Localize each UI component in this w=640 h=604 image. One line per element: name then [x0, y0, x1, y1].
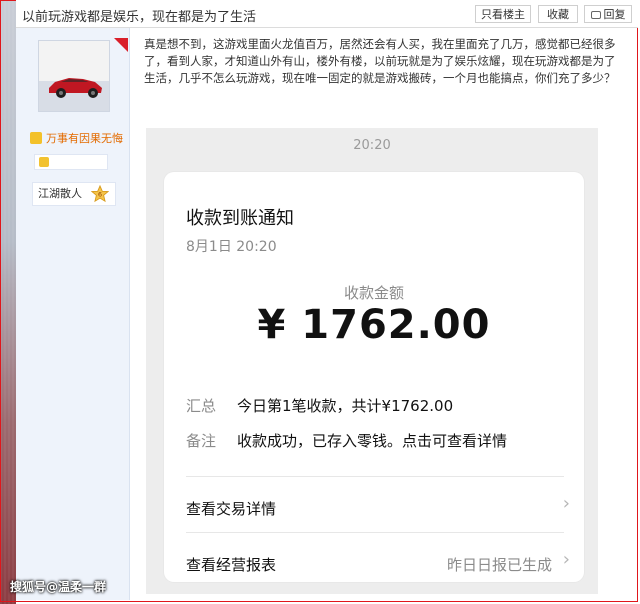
user-title-tag: 万事有因果无悔	[30, 130, 123, 146]
summary-value: 今日第1笔收款，共计¥1762.00	[237, 397, 454, 415]
user-title-text: 万事有因果无悔	[46, 132, 123, 145]
amount-label: 收款金额	[343, 284, 404, 302]
payment-screenshot: 20:20 收款到账通知 8月1日 20:20 收款金额 ¥ 1762.00 汇…	[146, 128, 598, 594]
only-op-button[interactable]: 只看楼主	[475, 5, 531, 23]
user-badge-box	[34, 154, 108, 170]
level-number: 6	[98, 192, 102, 199]
user-sidebar: 万事有因果无悔 江湖散人 6	[16, 28, 130, 600]
chevron-right-icon: ›	[562, 493, 570, 514]
watermark: 搜狐号@温柔一群	[10, 580, 107, 594]
favorite-button[interactable]: 收藏	[538, 5, 578, 23]
card-title: 收款到账通知	[186, 208, 294, 229]
badge-icon	[39, 157, 49, 167]
user-rank: 江湖散人 6	[32, 182, 116, 206]
link-business-report[interactable]: 查看经营报表	[186, 554, 276, 575]
summary-label: 汇总	[186, 397, 217, 415]
medal-icon	[30, 132, 42, 144]
avatar-car-image	[39, 41, 109, 111]
link-transaction-details[interactable]: 查看交易详情	[186, 498, 276, 519]
card-date: 8月1日 20:20	[186, 239, 277, 255]
user-avatar[interactable]	[38, 40, 110, 112]
chevron-right-icon: ›	[562, 549, 570, 570]
level-star-icon: 6	[91, 185, 109, 203]
report-generated-note: 昨日日报已生成	[446, 556, 552, 574]
divider-1	[186, 476, 564, 477]
reply-label: 回复	[603, 8, 626, 21]
note-label: 备注	[186, 432, 217, 450]
thread-title: 以前玩游戏都是娱乐，现在都是为了生活	[22, 10, 257, 25]
reply-icon	[590, 11, 601, 19]
post-content: 真是想不到，这游戏里面火龙值百万，居然还会有人买，我在里面充了几万，感觉都已经很…	[144, 37, 616, 85]
payment-notification-card[interactable]: 收款到账通知 8月1日 20:20 收款金额 ¥ 1762.00 汇总 今日第1…	[164, 172, 584, 582]
divider-2	[186, 532, 564, 533]
rank-text: 江湖散人	[38, 187, 82, 200]
thread-topbar: 以前玩游戏都是娱乐，现在都是为了生活 只看楼主 收藏 回复	[16, 0, 638, 28]
screenshot-time: 20:20	[353, 138, 391, 153]
note-value: 收款成功，已存入零钱。点击可查看详情	[237, 432, 508, 450]
amount-value: ¥ 1762.00	[257, 302, 491, 348]
reply-button[interactable]: 回复	[584, 5, 632, 23]
avatar-corner-ribbon	[114, 38, 128, 52]
